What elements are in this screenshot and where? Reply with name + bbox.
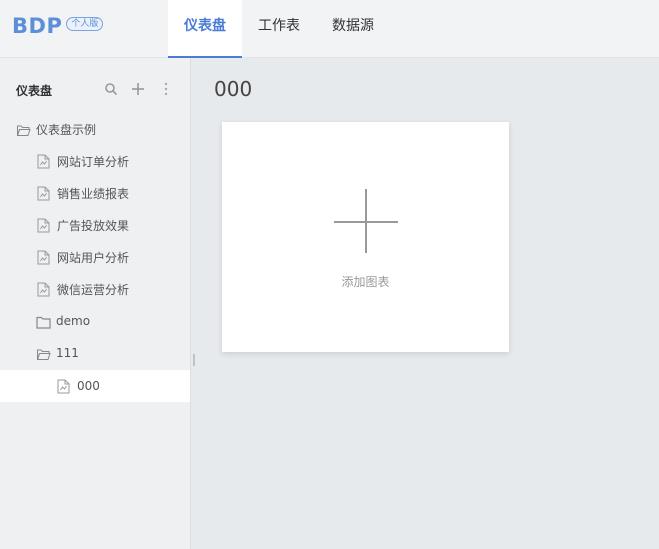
tree-item-label: 广告投放效果 [57,218,130,233]
tree-item-dashboard[interactable]: 网站订单分析 [0,145,190,177]
tree-item-dashboard[interactable]: 销售业绩报表 [0,177,190,209]
tree-item-label: 网站订单分析 [57,154,130,169]
tree-item-label: 微信运营分析 [57,282,130,297]
dashboard-file-icon [37,282,51,297]
plus-icon[interactable] [131,81,147,97]
dashboard-file-icon [37,218,51,233]
tree-item-label: 仪表盘示例 [36,122,97,137]
logo-text: BDP [12,14,63,38]
search-icon[interactable] [104,81,120,97]
sidebar-title: 仪表盘 [16,84,53,98]
dashboard-title: 000 [214,77,253,101]
tree-item-label: 111 [56,346,79,360]
folder-open-icon [36,346,51,360]
dashboard-file-icon [57,379,71,394]
top-header: BDP 个人版 仪表盘 工作表 数据源 [0,0,659,58]
main-nav: 仪表盘 工作表 数据源 [168,0,390,58]
tree-item-label: 销售业绩报表 [57,186,130,201]
add-chart-card[interactable]: 添加图表 [222,122,509,352]
tree-item-label: 网站用户分析 [57,250,130,265]
tree-folder-111[interactable]: 111 [0,337,190,369]
tab-worksheet[interactable]: 工作表 [242,0,316,58]
sidebar-header: 仪表盘 [0,58,190,120]
edition-badge: 个人版 [66,17,104,31]
dashboard-file-icon [37,186,51,201]
tree-item-label: demo [56,314,91,328]
sidebar: 仪表盘 仪表盘示例 网站订单分析 销售业绩报表 广告投放效果 网站用户分析 微信… [0,58,191,549]
dashboard-file-icon [37,250,51,265]
tree-folder-dashboard-examples[interactable]: 仪表盘示例 [0,113,190,145]
tree-item-label: 000 [77,379,100,393]
tab-datasource[interactable]: 数据源 [316,0,390,58]
tab-dashboard[interactable]: 仪表盘 [168,0,242,58]
tree-folder-demo[interactable]: demo [0,305,190,337]
add-chart-label: 添加图表 [341,275,390,289]
folder-open-icon [16,122,31,136]
dashboard-file-icon [37,154,51,169]
more-vertical-icon[interactable] [160,81,176,97]
tree-item-dashboard[interactable]: 微信运营分析 [0,273,190,305]
app-logo[interactable]: BDP 个人版 [12,14,104,38]
folder-icon [36,314,51,329]
tree-item-dashboard[interactable]: 广告投放效果 [0,209,190,241]
tree-item-dashboard-selected[interactable]: 000 [0,370,190,402]
add-plus-icon-vertical [365,189,367,253]
sidebar-resize-handle[interactable] [193,354,195,366]
tree-item-dashboard[interactable]: 网站用户分析 [0,241,190,273]
